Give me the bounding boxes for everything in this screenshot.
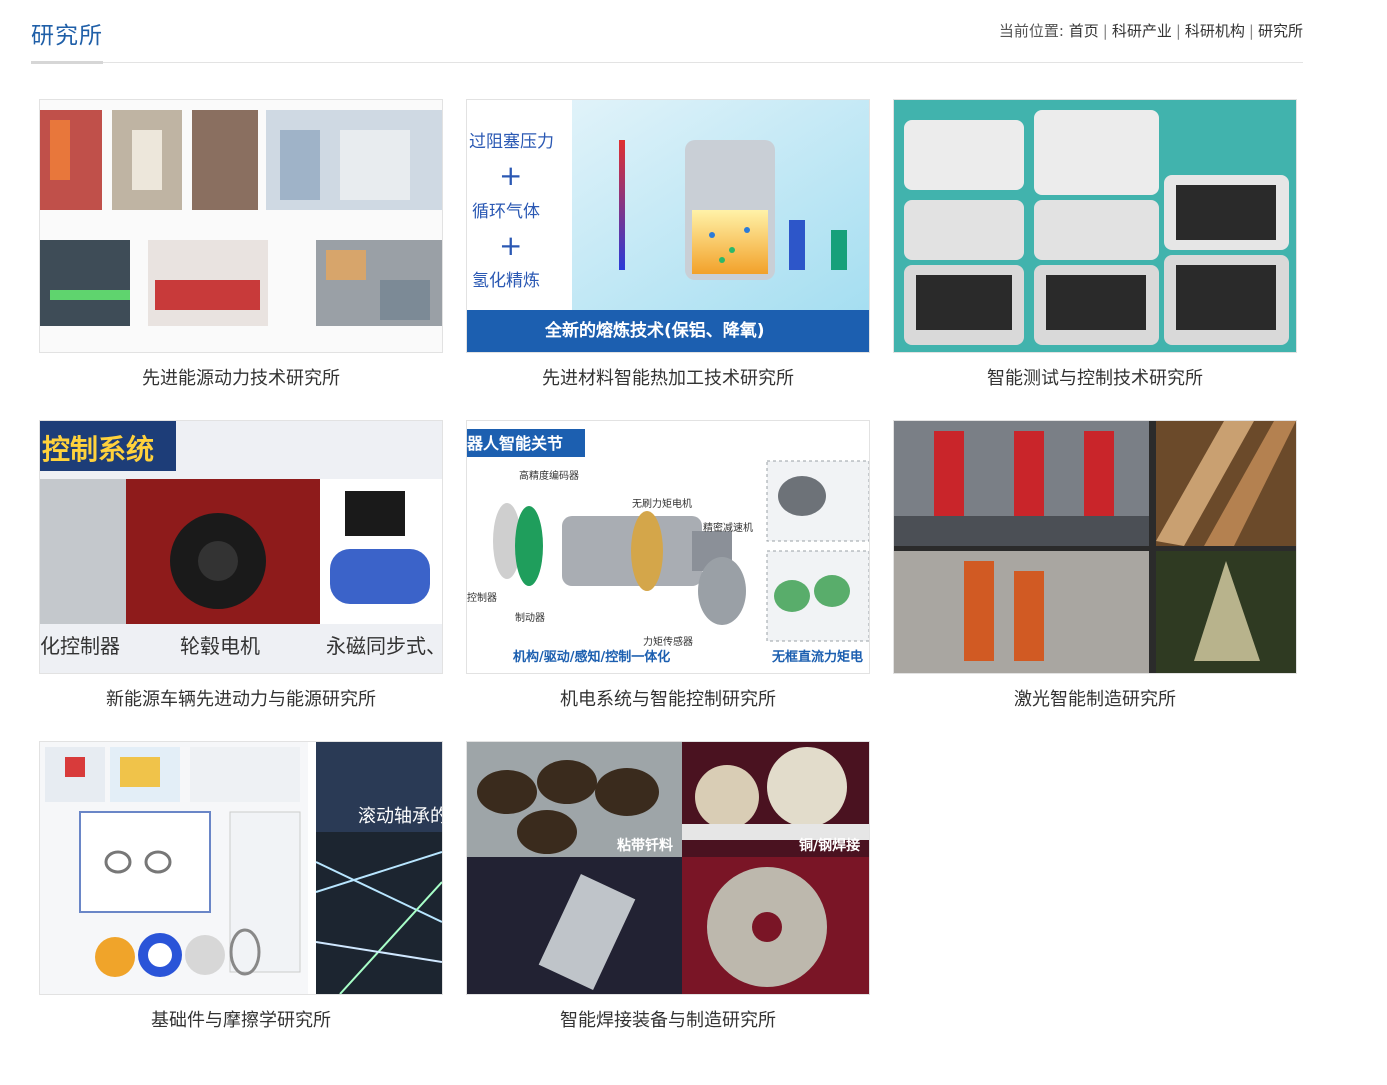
image-caption: 高精度编码器 xyxy=(519,469,579,482)
institute-card-laser[interactable]: 激光智能制造研究所 xyxy=(893,420,1297,711)
institute-image[interactable] xyxy=(893,99,1297,353)
breadcrumb-separator: | xyxy=(1248,22,1254,40)
image-caption: 滚动轴承的 xyxy=(358,806,442,827)
institute-name[interactable]: 智能焊接装备与制造研究所 xyxy=(466,1006,870,1032)
breadcrumb: 当前位置: 首页 | 科研产业 | 科研机构 | 研究所 xyxy=(999,20,1303,41)
image-caption: 制动器 xyxy=(515,611,545,624)
institute-card-materials[interactable]: 过阻塞压力 + 循环气体 + 氢化精炼 全新的熔炼技术(保铝、降氧) 先进材料智… xyxy=(466,99,870,390)
image-caption: 循环气体 xyxy=(472,202,540,222)
image-caption: 轮毂电机 xyxy=(180,634,260,658)
image-caption: 控制系统 xyxy=(42,433,154,466)
image-caption: 控制器 xyxy=(467,591,497,604)
institute-card-electromechanical[interactable]: 器人智能关节 高精度编码器 无刷力矩电机 精密减速机 控制器 制动器 力矩传感器… xyxy=(466,420,870,711)
title-underline xyxy=(31,61,103,64)
institute-card-testing-control[interactable]: 智能测试与控制技术研究所 xyxy=(893,99,1297,390)
page-title: 研究所 xyxy=(31,23,103,49)
breadcrumb-prefix: 当前位置: xyxy=(998,22,1064,40)
image-caption: 化控制器 xyxy=(40,634,120,658)
institute-name[interactable]: 先进材料智能热加工技术研究所 xyxy=(466,364,870,390)
institute-image[interactable]: 器人智能关节 高精度编码器 无刷力矩电机 精密减速机 控制器 制动器 力矩传感器… xyxy=(466,420,870,674)
page-header: 研究所 当前位置: 首页 | 科研产业 | 科研机构 | 研究所 xyxy=(31,0,1303,64)
institute-name[interactable]: 新能源车辆先进动力与能源研究所 xyxy=(39,685,443,711)
image-caption: + xyxy=(499,229,522,262)
institute-image[interactable] xyxy=(39,99,443,353)
institute-image[interactable]: 控制系统 化控制器 轮毂电机 永磁同步式、 xyxy=(39,420,443,674)
image-caption: + xyxy=(499,159,522,192)
institute-image[interactable]: 粘带钎料 铜/钢焊接 xyxy=(466,741,870,995)
breadcrumb-research-institutions[interactable]: 科研机构 xyxy=(1185,22,1245,40)
image-caption: 粘带钎料 xyxy=(617,837,673,854)
image-caption: 器人智能关节 xyxy=(467,434,563,453)
breadcrumb-research-industry[interactable]: 科研产业 xyxy=(1112,22,1172,40)
institute-image[interactable]: 过阻塞压力 + 循环气体 + 氢化精炼 全新的熔炼技术(保铝、降氧) xyxy=(466,99,870,353)
image-caption: 铜/钢焊接 xyxy=(799,837,860,854)
breadcrumb-separator: | xyxy=(1175,22,1181,40)
institute-card-energy-power[interactable]: 先进能源动力技术研究所 xyxy=(39,99,443,390)
image-caption: 无框直流力矩电 xyxy=(771,649,863,665)
institute-name[interactable]: 基础件与摩擦学研究所 xyxy=(39,1006,443,1032)
institute-image[interactable]: 滚动轴承的 xyxy=(39,741,443,995)
image-caption: 无刷力矩电机 xyxy=(632,497,692,510)
institute-name[interactable]: 机电系统与智能控制研究所 xyxy=(466,685,870,711)
image-caption: 永磁同步式、 xyxy=(326,634,442,658)
image-caption: 精密减速机 xyxy=(703,521,753,534)
institute-name[interactable]: 激光智能制造研究所 xyxy=(893,685,1297,711)
institute-card-tribology[interactable]: 滚动轴承的 基础件与摩擦学研究所 xyxy=(39,741,443,1032)
breadcrumb-separator: | xyxy=(1102,22,1108,40)
image-caption: 机构/驱动/感知/控制一体化 xyxy=(513,649,670,665)
image-caption: 全新的熔炼技术(保铝、降氧) xyxy=(544,320,765,341)
image-caption: 氢化精炼 xyxy=(472,271,540,291)
institute-card-new-energy-vehicle[interactable]: 控制系统 化控制器 轮毂电机 永磁同步式、 新能源车辆先进动力与能源研究所 xyxy=(39,420,443,711)
breadcrumb-current[interactable]: 研究所 xyxy=(1258,22,1303,40)
institute-card-welding[interactable]: 粘带钎料 铜/钢焊接 智能焊接装备与制造研究所 xyxy=(466,741,870,1032)
breadcrumb-home[interactable]: 首页 xyxy=(1069,22,1099,40)
image-caption: 过阻塞压力 xyxy=(469,132,554,152)
institute-name[interactable]: 先进能源动力技术研究所 xyxy=(39,364,443,390)
institute-image[interactable] xyxy=(893,420,1297,674)
image-caption: 力矩传感器 xyxy=(643,635,693,648)
institute-name[interactable]: 智能测试与控制技术研究所 xyxy=(893,364,1297,390)
